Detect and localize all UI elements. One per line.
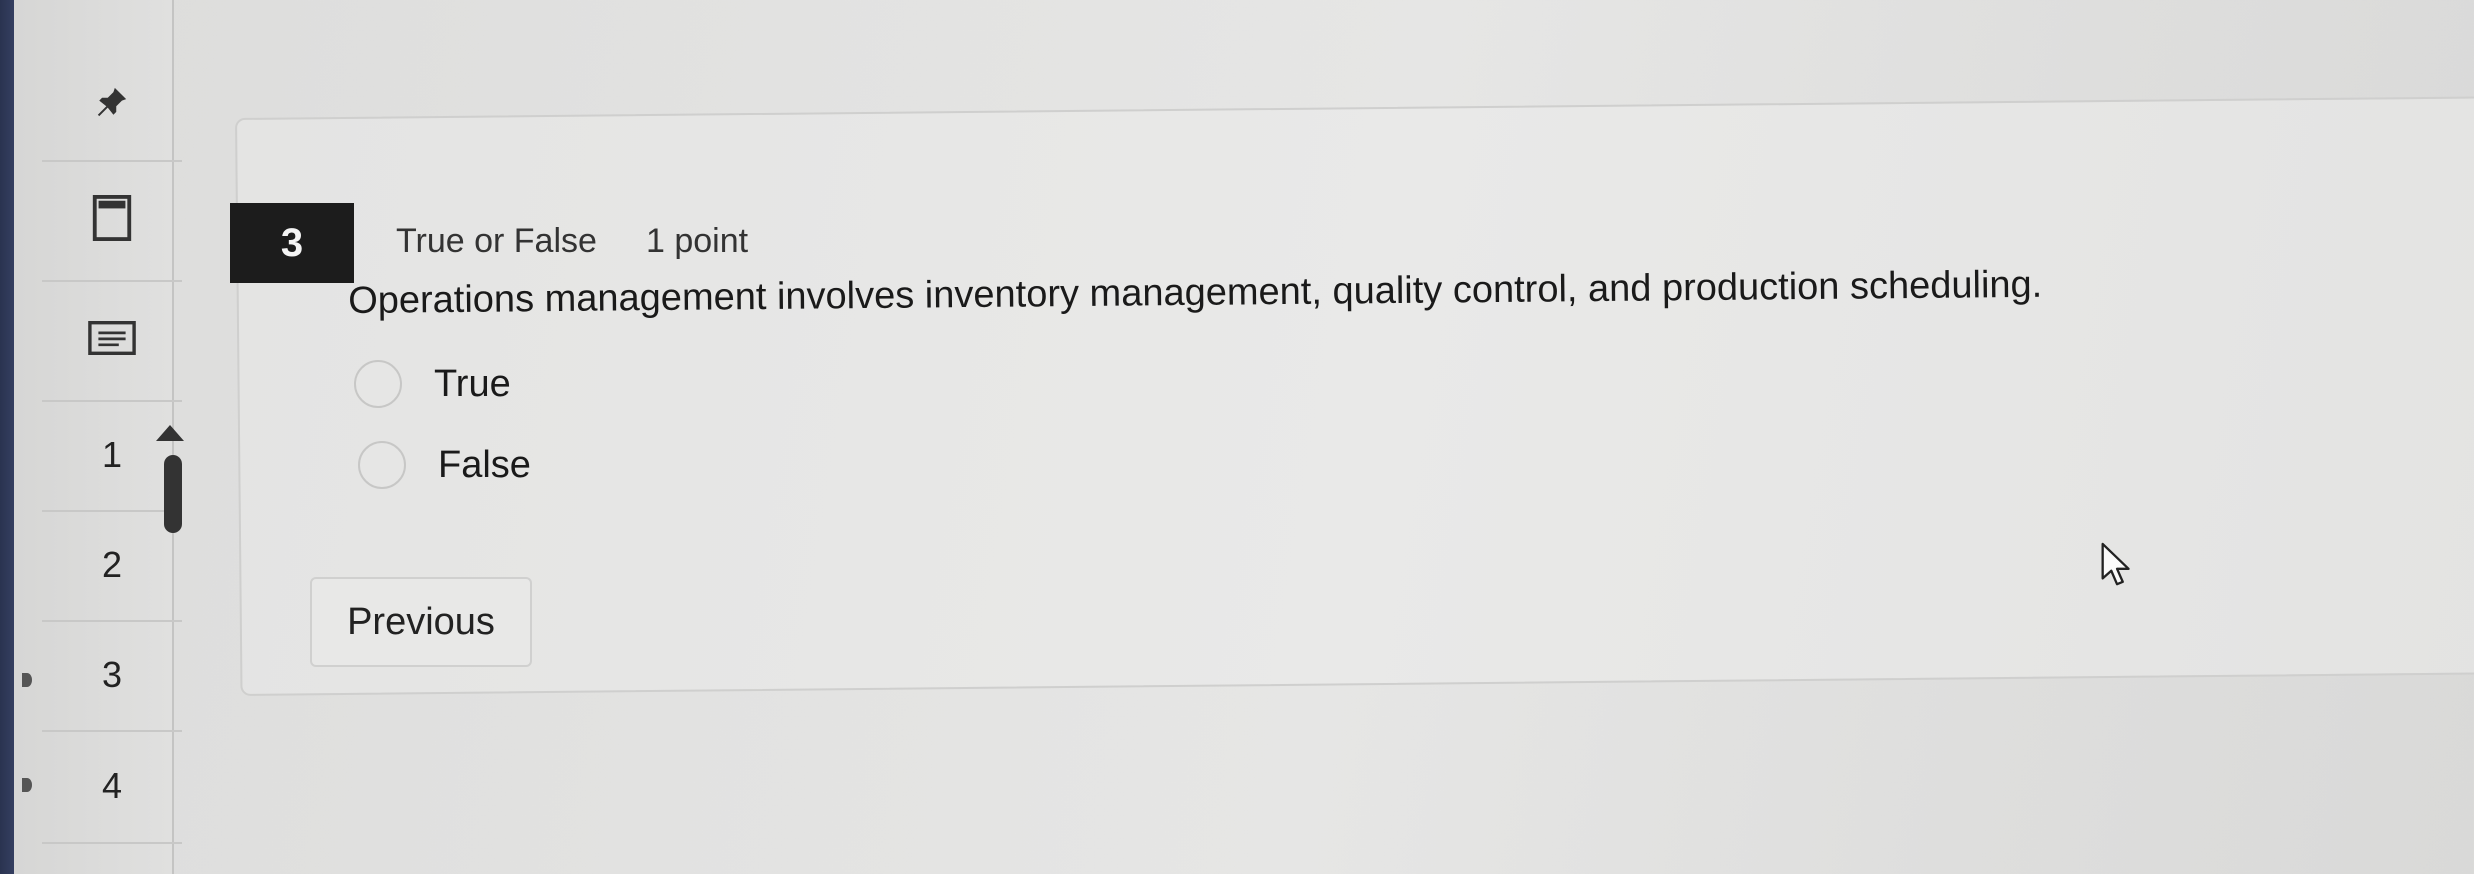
option-label: True [434, 362, 511, 405]
notepad-icon [88, 320, 136, 360]
question-number-badge: 3 [230, 203, 354, 283]
question-number-label: 1 [101, 434, 123, 475]
sidebar-question-1[interactable]: 1 [42, 400, 182, 512]
previous-button[interactable]: Previous [310, 577, 532, 667]
scrollbar-thumb[interactable] [164, 455, 182, 533]
calculator-icon [92, 194, 132, 246]
question-points: 1 point [646, 222, 749, 260]
sidebar-notepad-button[interactable] [42, 280, 182, 402]
sidebar-question-3[interactable]: 3 [42, 620, 182, 732]
option-label: False [438, 443, 531, 486]
question-marker [22, 778, 32, 792]
question-number-label: 2 [101, 544, 123, 585]
radio-button[interactable] [354, 360, 402, 408]
pin-icon [95, 85, 129, 124]
sidebar-question-4[interactable]: 4 [42, 730, 182, 844]
mouse-cursor-icon [2100, 542, 2136, 593]
option-false[interactable]: False [358, 441, 531, 489]
radio-button[interactable] [358, 441, 406, 489]
sidebar-question-2[interactable]: 2 [42, 510, 182, 622]
option-true[interactable]: True [354, 360, 511, 408]
question-sidebar: 1 2 3 4 [14, 0, 182, 874]
scroll-up-arrow-icon[interactable] [156, 425, 184, 441]
current-question-marker [22, 673, 32, 687]
sidebar-calculator-button[interactable] [42, 160, 182, 282]
sidebar-pin-button[interactable] [42, 48, 182, 162]
question-type: True or False [396, 222, 597, 260]
question-number-label: 4 [101, 765, 123, 806]
question-card [235, 96, 2474, 696]
question-number-label: 3 [101, 654, 123, 695]
